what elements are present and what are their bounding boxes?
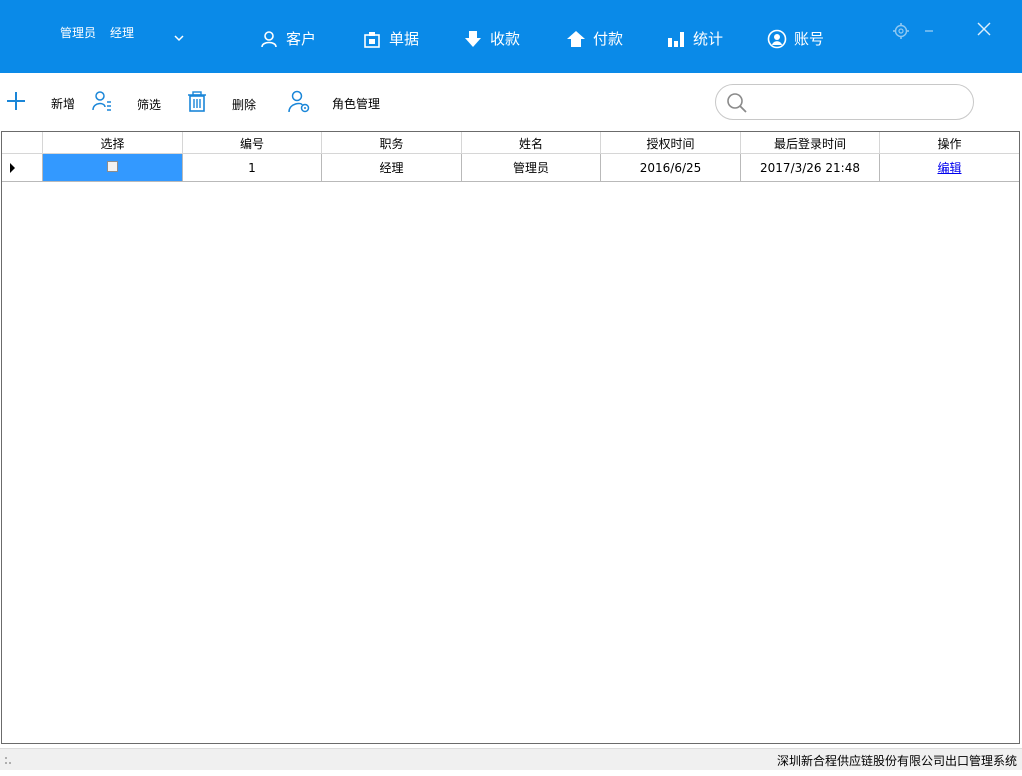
bottom-strip (0, 770, 1022, 776)
delete-button[interactable]: 删除 (232, 96, 256, 113)
nav-customer-label: 客户 (286, 30, 317, 48)
grid-header: 选择 编号 职务 姓名 授权时间 最后登录时间 操作 (2, 132, 1019, 154)
current-row-indicator-icon (10, 163, 15, 173)
nav-documents-label: 单据 (389, 30, 420, 48)
edit-link[interactable]: 编辑 (937, 161, 961, 175)
nav-documents[interactable]: 单据 (362, 28, 419, 49)
trash-icon[interactable] (186, 91, 208, 113)
gear-icon (893, 23, 909, 39)
search-icon (727, 93, 747, 113)
nav-payments[interactable]: 付款 (566, 28, 623, 49)
row-checkbox[interactable] (107, 161, 118, 172)
cell-auth-date[interactable]: 2016/6/25 (601, 154, 741, 182)
role-settings-icon[interactable] (287, 90, 311, 114)
role-management-button[interactable]: 角色管理 (332, 95, 380, 112)
plus-icon[interactable] (5, 90, 27, 112)
nav-account-label: 账号 (794, 30, 825, 48)
resize-grip-icon[interactable] (4, 754, 14, 766)
status-text: 深圳新合程供应链股份有限公司出口管理系统 (776, 754, 1017, 768)
column-header-last-login[interactable]: 最后登录时间 (741, 132, 880, 154)
nav-account[interactable]: 账号 (767, 28, 824, 49)
table-row[interactable]: 1 经理 管理员 2016/6/25 2017/3/26 21:48 编辑 (2, 154, 1019, 182)
close-button[interactable] (973, 18, 995, 40)
cell-id[interactable]: 1 (183, 154, 322, 182)
cell-select[interactable] (43, 154, 183, 182)
cell-last-login[interactable]: 2017/3/26 21:48 (741, 154, 880, 182)
toolbar: 新增 筛选 删除 角色管理 (0, 73, 1022, 131)
row-header-corner (2, 132, 43, 154)
column-header-position[interactable]: 职务 (322, 132, 462, 154)
nav-receipts-label: 收款 (490, 30, 521, 48)
upload-home-icon (567, 30, 585, 47)
nav-statistics[interactable]: 统计 (666, 28, 723, 49)
column-header-id[interactable]: 编号 (183, 132, 322, 154)
search-input[interactable] (756, 91, 961, 113)
person-outline-icon (261, 30, 277, 47)
column-header-select[interactable]: 选择 (43, 132, 183, 154)
close-icon (977, 22, 991, 36)
filter-button[interactable]: 筛选 (137, 96, 161, 113)
add-button[interactable]: 新增 (51, 95, 75, 112)
user-name: 管理员 (60, 26, 97, 40)
cell-action: 编辑 (880, 154, 1019, 182)
minimize-button[interactable] (918, 20, 940, 42)
download-arrow-icon (465, 30, 481, 47)
settings-button[interactable] (890, 20, 912, 42)
nav-receipts[interactable]: 收款 (463, 28, 520, 49)
search-box[interactable] (715, 84, 974, 120)
bar-chart-icon (668, 31, 684, 47)
status-bar: 深圳新合程供应链股份有限公司出口管理系统 (0, 748, 1022, 770)
user-switcher[interactable]: 管理员 经理 (60, 24, 134, 41)
minimize-icon (925, 30, 933, 32)
column-header-name[interactable]: 姓名 (462, 132, 601, 154)
nav-statistics-label: 统计 (693, 30, 724, 48)
cell-position[interactable]: 经理 (322, 154, 462, 182)
user-role: 经理 (110, 26, 135, 40)
column-header-auth-date[interactable]: 授权时间 (601, 132, 741, 154)
users-grid: 选择 编号 职务 姓名 授权时间 最后登录时间 操作 1 经理 管理员 2016… (1, 131, 1020, 744)
account-circle-icon (767, 29, 787, 48)
cell-name[interactable]: 管理员 (462, 154, 601, 182)
row-header[interactable] (2, 154, 43, 182)
user-filter-icon[interactable] (91, 90, 113, 112)
column-header-action: 操作 (880, 132, 1019, 154)
document-clipboard-icon (364, 31, 380, 48)
nav-customer[interactable]: 客户 (259, 28, 316, 49)
chevron-down-icon[interactable] (173, 32, 185, 44)
nav-payments-label: 付款 (593, 30, 624, 48)
top-bar: 管理员 经理 客户 单据 收款 付款 统计 账号 (0, 0, 1022, 73)
